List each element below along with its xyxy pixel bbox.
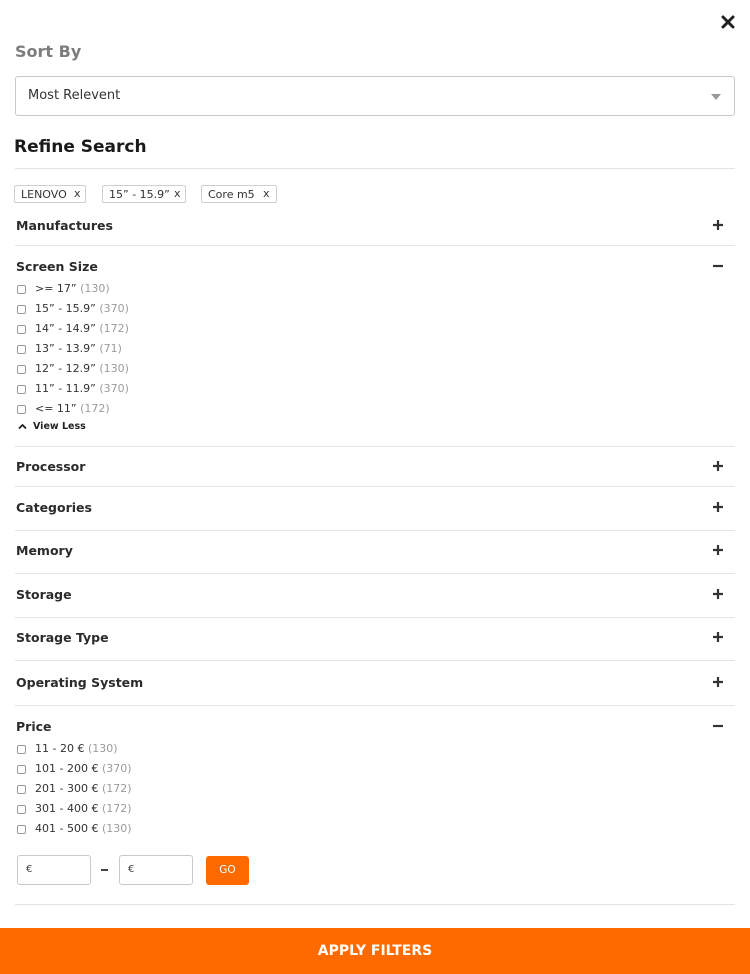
section-title-memory[interactable]: Memory xyxy=(16,543,73,558)
section-title-categories[interactable]: Categories xyxy=(16,500,92,515)
checkbox[interactable] xyxy=(17,385,26,394)
divider xyxy=(15,446,735,447)
option-count: (172) xyxy=(99,322,129,335)
section-title-processor[interactable]: Processor xyxy=(16,459,85,474)
chevron-up-icon xyxy=(18,423,27,430)
option-label: 401 - 500 € xyxy=(35,822,99,835)
option-count: (130) xyxy=(101,822,132,835)
divider xyxy=(15,530,735,531)
price-go-button[interactable]: GO xyxy=(206,856,249,885)
option-count: (370) xyxy=(101,762,132,775)
filter-chip: 15” - 15.9” x xyxy=(102,185,186,203)
checkbox[interactable] xyxy=(17,825,26,834)
price-min-placeholder: € xyxy=(26,864,33,875)
price-max-input[interactable]: € xyxy=(119,855,193,885)
checkbox[interactable] xyxy=(17,365,26,374)
expand-plus-icon[interactable] xyxy=(712,631,724,643)
view-less-link[interactable]: View Less xyxy=(18,421,86,432)
divider xyxy=(15,245,735,246)
sort-select[interactable]: Most Relevent xyxy=(15,76,735,116)
price-max-placeholder: € xyxy=(128,864,135,875)
option-count: (172) xyxy=(101,782,132,795)
collapse-minus-icon[interactable] xyxy=(712,260,724,272)
section-title-operating-system[interactable]: Operating System xyxy=(16,675,143,690)
expand-plus-icon[interactable] xyxy=(712,460,724,472)
price-min-input[interactable]: € xyxy=(17,855,91,885)
expand-plus-icon[interactable] xyxy=(712,219,724,231)
option-label: 11” - 11.9” xyxy=(35,382,96,395)
section-title-storage[interactable]: Storage xyxy=(16,587,72,602)
checkbox[interactable] xyxy=(17,325,26,334)
remove-chip-icon[interactable]: x xyxy=(263,187,270,200)
section-title-screen-size[interactable]: Screen Size xyxy=(16,259,98,274)
option-label: 12” - 12.9” xyxy=(35,362,96,375)
option-count: (130) xyxy=(99,362,129,375)
filter-chip-label: Core m5 xyxy=(208,188,255,201)
option-label: 201 - 300 € xyxy=(35,782,99,795)
option-count: (370) xyxy=(99,382,129,395)
sort-by-label: Sort By xyxy=(15,42,82,61)
section-title-price[interactable]: Price xyxy=(16,719,52,734)
checkbox[interactable] xyxy=(17,285,26,294)
checkbox[interactable] xyxy=(17,805,26,814)
divider xyxy=(15,660,735,661)
divider xyxy=(15,904,735,905)
collapse-minus-icon[interactable] xyxy=(712,720,724,732)
section-title-storage-type[interactable]: Storage Type xyxy=(16,630,109,645)
caret-down-icon xyxy=(711,94,721,100)
filter-chip-label: 15” - 15.9” xyxy=(109,188,170,201)
option-count: (130) xyxy=(87,742,118,755)
expand-plus-icon[interactable] xyxy=(712,588,724,600)
option-label: >= 17” xyxy=(35,282,77,295)
filter-chip: Core m5 x xyxy=(201,185,277,203)
remove-chip-icon[interactable]: x xyxy=(74,187,81,200)
divider xyxy=(15,486,735,487)
checkbox[interactable] xyxy=(17,785,26,794)
option-label: <= 11” xyxy=(35,402,77,415)
close-button[interactable] xyxy=(718,12,738,32)
expand-plus-icon[interactable] xyxy=(712,544,724,556)
option-label: 15” - 15.9” xyxy=(35,302,96,315)
option-label: 13” - 13.9” xyxy=(35,342,96,355)
range-dash xyxy=(101,869,108,871)
divider xyxy=(15,573,735,574)
option-label: 11 - 20 € xyxy=(35,742,85,755)
option-label: 101 - 200 € xyxy=(35,762,99,775)
option-count: (172) xyxy=(101,802,132,815)
view-less-label: View Less xyxy=(33,421,86,432)
option-count: (172) xyxy=(80,402,110,415)
remove-chip-icon[interactable]: x xyxy=(174,187,181,200)
option-count: (71) xyxy=(99,342,122,355)
close-icon xyxy=(718,12,738,32)
section-title-manufactures[interactable]: Manufactures xyxy=(16,218,113,233)
option-label: 301 - 400 € xyxy=(35,802,99,815)
filter-chip-label: LENOVO xyxy=(21,188,67,201)
divider xyxy=(15,168,735,169)
divider xyxy=(15,617,735,618)
option-count: (130) xyxy=(80,282,110,295)
checkbox[interactable] xyxy=(17,765,26,774)
checkbox[interactable] xyxy=(17,345,26,354)
option-count: (370) xyxy=(99,302,129,315)
filter-chip: LENOVO x xyxy=(14,185,86,203)
apply-filters-button[interactable]: APPLY FILTERS xyxy=(0,928,750,974)
checkbox[interactable] xyxy=(17,745,26,754)
checkbox[interactable] xyxy=(17,305,26,314)
expand-plus-icon[interactable] xyxy=(712,501,724,513)
checkbox[interactable] xyxy=(17,405,26,414)
option-label: 14” - 14.9” xyxy=(35,322,96,335)
sort-selected-value: Most Relevent xyxy=(28,88,121,103)
expand-plus-icon[interactable] xyxy=(712,676,724,688)
divider xyxy=(15,705,735,706)
refine-search-title: Refine Search xyxy=(14,137,147,157)
